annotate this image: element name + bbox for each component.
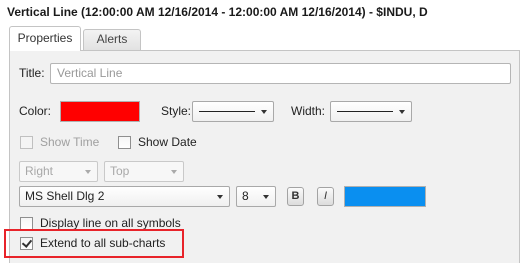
chevron-down-icon	[399, 110, 405, 114]
width-label: Width:	[291, 104, 326, 118]
dialog-title: Vertical Line (12:00:00 AM 12/16/2014 - …	[7, 5, 428, 19]
text-color-swatch[interactable]	[344, 186, 426, 207]
font-size-select[interactable]: 8	[236, 186, 276, 207]
line-width-sample	[337, 111, 393, 112]
italic-button[interactable]: I	[317, 187, 334, 206]
font-family-value: MS Shell Dlg 2	[25, 189, 105, 203]
tab-properties[interactable]: Properties	[9, 26, 81, 51]
show-date-label: Show Date	[138, 135, 197, 149]
chevron-down-icon	[261, 110, 267, 114]
title-label: Title:	[19, 66, 45, 80]
horizontal-align-value: Right	[25, 164, 54, 178]
color-label: Color:	[19, 104, 52, 118]
font-size-value: 8	[242, 189, 249, 203]
horizontal-align-select[interactable]: Right	[19, 161, 98, 182]
vertical-align-select[interactable]: Top	[104, 161, 184, 182]
display-all-symbols-label: Display line on all symbols	[40, 216, 181, 230]
show-date-checkbox[interactable]	[118, 136, 131, 149]
line-color-swatch[interactable]	[60, 101, 140, 122]
tab-alerts[interactable]: Alerts	[83, 29, 141, 50]
show-time-checkbox[interactable]	[20, 136, 33, 149]
line-width-select[interactable]	[330, 101, 412, 122]
style-label: Style:	[161, 104, 192, 118]
vertical-line-properties-dialog: Vertical Line (12:00:00 AM 12/16/2014 - …	[0, 0, 523, 264]
vertical-align-value: Top	[110, 164, 130, 178]
chevron-down-icon	[85, 170, 91, 174]
line-style-select[interactable]	[192, 101, 274, 122]
chevron-down-icon	[263, 195, 269, 199]
line-style-sample	[199, 111, 255, 112]
title-input-placeholder: Vertical Line	[57, 66, 123, 80]
chevron-down-icon	[171, 170, 177, 174]
chevron-down-icon	[217, 195, 223, 199]
annotation-highlight-box	[4, 229, 184, 258]
bold-button[interactable]: B	[287, 187, 304, 206]
font-family-select[interactable]: MS Shell Dlg 2	[19, 186, 230, 207]
show-time-label: Show Time	[40, 135, 100, 149]
title-input[interactable]: Vertical Line	[50, 63, 511, 84]
